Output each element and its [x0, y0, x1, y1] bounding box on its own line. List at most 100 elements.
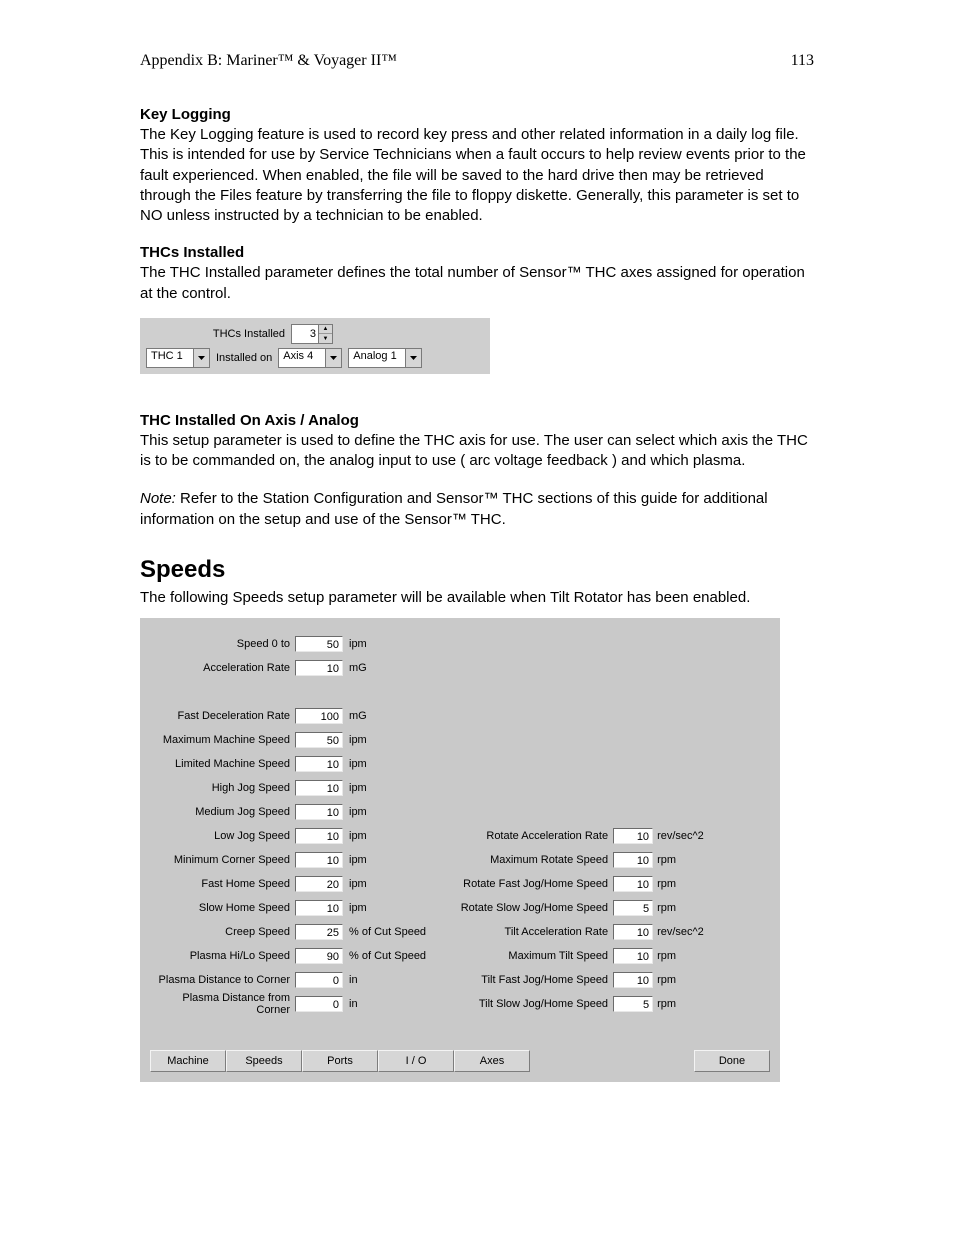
param-unit: ipm — [345, 638, 367, 650]
param-row: Maximum Tilt Speed10rpm — [446, 944, 704, 968]
param-row: Rotate Fast Jog/Home Speed10rpm — [446, 872, 704, 896]
button-spacer — [530, 1050, 694, 1072]
param-unit: rpm — [653, 854, 676, 866]
param-input[interactable]: 100 — [295, 708, 343, 724]
param-label: Medium Jog Speed — [150, 806, 295, 818]
param-input[interactable]: 0 — [295, 996, 343, 1012]
thc-axis-note: Note: Refer to the Station Configuration… — [140, 489, 814, 530]
chevron-down-icon[interactable] — [325, 349, 341, 367]
param-row: High Jog Speed10ipm — [150, 776, 426, 800]
param-row: Tilt Fast Jog/Home Speed10rpm — [446, 968, 704, 992]
speeds-button[interactable]: Speeds — [226, 1050, 302, 1072]
param-input[interactable]: 10 — [295, 804, 343, 820]
param-input[interactable]: 90 — [295, 948, 343, 964]
param-label: Slow Home Speed — [150, 902, 295, 914]
param-input[interactable]: 50 — [295, 732, 343, 748]
speeds-panel: Speed 0 to50ipmAcceleration Rate10mGFast… — [140, 618, 780, 1082]
thcs-count-label: THCs Installed — [140, 328, 291, 340]
param-label: High Jog Speed — [150, 782, 295, 794]
param-input[interactable]: 10 — [295, 780, 343, 796]
spinner-arrows[interactable]: ▲ ▼ — [318, 325, 332, 343]
param-unit: ipm — [345, 878, 367, 890]
thcs-count-spinner[interactable]: ▲ ▼ — [291, 324, 333, 344]
param-row: Maximum Machine Speed50ipm — [150, 728, 426, 752]
param-unit: ipm — [345, 854, 367, 866]
key-logging-body: The Key Logging feature is used to recor… — [140, 125, 814, 226]
param-unit: rev/sec^2 — [653, 830, 704, 842]
param-row: Speed 0 to50ipm — [150, 632, 426, 656]
param-row: Creep Speed25% of Cut Speed — [150, 920, 426, 944]
thcs-count-input[interactable] — [292, 325, 318, 343]
param-row: Rotate Acceleration Rate10rev/sec^2 — [446, 824, 704, 848]
param-input[interactable]: 10 — [295, 660, 343, 676]
param-unit: ipm — [345, 806, 367, 818]
param-label: Fast Home Speed — [150, 878, 295, 890]
row-gap — [150, 680, 426, 704]
param-label: Minimum Corner Speed — [150, 854, 295, 866]
param-input[interactable]: 20 — [295, 876, 343, 892]
param-input[interactable]: 10 — [613, 876, 653, 892]
param-row: Plasma Distance from Corner0in — [150, 992, 426, 1016]
param-unit: % of Cut Speed — [345, 926, 426, 938]
param-input[interactable]: 10 — [613, 852, 653, 868]
param-unit: ipm — [345, 734, 367, 746]
machine-button[interactable]: Machine — [150, 1050, 226, 1072]
analog-select[interactable]: Analog 1 — [348, 348, 422, 368]
axis-select-value: Axis 4 — [279, 349, 325, 367]
param-row: Rotate Slow Jog/Home Speed5rpm — [446, 896, 704, 920]
param-label: Low Jog Speed — [150, 830, 295, 842]
param-input[interactable]: 10 — [295, 852, 343, 868]
analog-select-value: Analog 1 — [349, 349, 405, 367]
param-unit: rev/sec^2 — [653, 926, 704, 938]
param-unit: rpm — [653, 998, 676, 1010]
param-input[interactable]: 10 — [295, 756, 343, 772]
param-input[interactable]: 10 — [613, 828, 653, 844]
param-input[interactable]: 5 — [613, 996, 653, 1012]
thc-select[interactable]: THC 1 — [146, 348, 210, 368]
param-row: Slow Home Speed10ipm — [150, 896, 426, 920]
param-label: Plasma Hi/Lo Speed — [150, 950, 295, 962]
note-body: Refer to the Station Configuration and S… — [140, 490, 768, 527]
spin-up-icon[interactable]: ▲ — [319, 325, 332, 335]
param-label: Maximum Tilt Speed — [446, 950, 613, 962]
param-unit: ipm — [345, 902, 367, 914]
param-row: Medium Jog Speed10ipm — [150, 800, 426, 824]
io-button[interactable]: I / O — [378, 1050, 454, 1072]
param-label: Tilt Fast Jog/Home Speed — [446, 974, 613, 986]
header-left: Appendix B: Mariner™ & Voyager II™ — [140, 52, 397, 70]
param-input[interactable]: 5 — [613, 900, 653, 916]
param-unit: ipm — [345, 782, 367, 794]
speeds-heading: Speeds — [140, 556, 814, 584]
param-label: Tilt Slow Jog/Home Speed — [446, 998, 613, 1010]
page-header: Appendix B: Mariner™ & Voyager II™ 113 — [140, 52, 814, 70]
done-button[interactable]: Done — [694, 1050, 770, 1072]
param-input[interactable]: 10 — [613, 924, 653, 940]
chevron-down-icon[interactable] — [405, 349, 421, 367]
param-input[interactable]: 10 — [613, 972, 653, 988]
chevron-down-icon[interactable] — [193, 349, 209, 367]
param-input[interactable]: 25 — [295, 924, 343, 940]
installed-on-label: Installed on — [216, 352, 272, 364]
speeds-right-column: Rotate Acceleration Rate10rev/sec^2 Maxim… — [446, 824, 704, 1016]
param-unit: rpm — [653, 878, 676, 890]
ports-button[interactable]: Ports — [302, 1050, 378, 1072]
axes-button[interactable]: Axes — [454, 1050, 530, 1072]
param-input[interactable]: 10 — [295, 828, 343, 844]
param-unit: rpm — [653, 974, 676, 986]
param-label: Acceleration Rate — [150, 662, 295, 674]
param-input[interactable]: 10 — [613, 948, 653, 964]
param-row: Tilt Acceleration Rate10rev/sec^2 — [446, 920, 704, 944]
param-input[interactable]: 50 — [295, 636, 343, 652]
param-input[interactable]: 10 — [295, 900, 343, 916]
axis-select[interactable]: Axis 4 — [278, 348, 342, 368]
param-unit: ipm — [345, 758, 367, 770]
param-row: Fast Home Speed20ipm — [150, 872, 426, 896]
param-row: Fast Deceleration Rate100mG — [150, 704, 426, 728]
param-label: Plasma Distance to Corner — [150, 974, 295, 986]
spin-down-icon[interactable]: ▼ — [319, 334, 332, 343]
param-label: Maximum Rotate Speed — [446, 854, 613, 866]
param-input[interactable]: 0 — [295, 972, 343, 988]
document-page: Appendix B: Mariner™ & Voyager II™ 113 K… — [0, 0, 954, 1235]
param-row: Limited Machine Speed10ipm — [150, 752, 426, 776]
param-label: Creep Speed — [150, 926, 295, 938]
